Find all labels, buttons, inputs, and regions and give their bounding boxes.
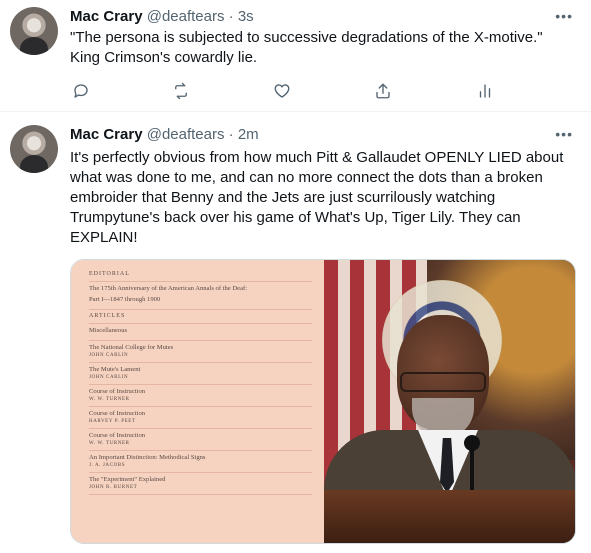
document-entry-title: The "Experiment" Explained — [89, 476, 166, 483]
retweet-icon[interactable] — [170, 80, 192, 102]
avatar[interactable] — [10, 7, 58, 55]
document-entry: Course of Instruction W. W. Turner — [89, 429, 312, 451]
timestamp[interactable]: 3s — [238, 8, 254, 25]
separator: · — [228, 8, 234, 25]
document-entry: The 175th Anniversary of the American An… — [89, 282, 312, 310]
document-image[interactable]: Editorial The 175th Anniversary of the Am… — [71, 260, 324, 543]
document-entry-author: John Carlin — [89, 353, 129, 358]
display-name[interactable]: Mac Crary — [70, 8, 143, 25]
document-entry: Miscellaneous — [89, 324, 312, 341]
analytics-icon[interactable] — [474, 80, 496, 102]
document-entry: Course of Instruction W. W. Turner — [89, 385, 312, 407]
user-handle[interactable]: @deaftears — [147, 8, 225, 25]
document-entry: The "Experiment" Explained John R. Burnet — [89, 473, 312, 495]
user-handle[interactable]: @deaftears — [147, 126, 225, 143]
tweet-media[interactable]: Editorial The 175th Anniversary of the Am… — [70, 259, 576, 544]
document-entry-author: J. A. Jacobs — [89, 463, 126, 468]
tweet[interactable]: Mac Crary @deaftears · 3s ••• "The perso… — [0, 0, 591, 112]
reply-icon[interactable] — [70, 80, 92, 102]
document-entry-author: John R. Burnet — [89, 485, 138, 490]
document-entry-author: W. W. Turner — [89, 441, 130, 446]
document-entry-title: An Important Distinction: Methodical Sig… — [89, 454, 206, 461]
document-entry-title: Miscellaneous — [89, 327, 128, 334]
document-entry-title: The 175th Anniversary of the American An… — [89, 285, 248, 292]
glasses-graphic — [400, 372, 486, 392]
document-entry-author — [89, 304, 312, 309]
tweet-header: Mac Crary @deaftears · 2m — [70, 126, 259, 143]
document-entry: The Mute's Lament John Carlin — [89, 363, 312, 385]
document-entry: Course of Instruction Harvey P. Peet — [89, 407, 312, 429]
avatar[interactable] — [10, 125, 58, 173]
document-entry: The National College for Mutes John Carli… — [89, 341, 312, 363]
tweet-actions — [70, 80, 500, 102]
more-icon[interactable]: ••• — [555, 127, 573, 141]
tweet-text-line: "The persona is subjected to successive … — [70, 29, 543, 46]
document-entry: An Important Distinction: Methodical Sig… — [89, 451, 312, 473]
document-entry-subtitle: Part I—1847 through 1900 — [89, 296, 161, 303]
document-section-heading: Editorial — [89, 268, 312, 282]
display-name[interactable]: Mac Crary — [70, 126, 143, 143]
podium-graphic — [324, 490, 575, 543]
document-entry-title: Course of Instruction — [89, 410, 146, 417]
tweet-text-line: King Crimson's cowardly lie. — [70, 49, 258, 66]
tweet-text-line: Trumpytune's back over his game of What'… — [70, 209, 521, 226]
document-entry-title: Course of Instruction — [89, 432, 146, 439]
share-icon[interactable] — [372, 80, 394, 102]
tweet-text-line: It's perfectly obvious from how much Pit… — [70, 149, 564, 166]
document-entry-author — [89, 335, 312, 340]
tweet[interactable]: Mac Crary @deaftears · 2m ••• It's perfe… — [0, 112, 591, 553]
document-entry-author: John Carlin — [89, 375, 129, 380]
document-entry-title: The Mute's Lament — [89, 366, 141, 373]
document-entry-author: W. W. Turner — [89, 397, 130, 402]
more-icon[interactable]: ••• — [555, 9, 573, 23]
tweet-text: "The persona is subjected to successive … — [70, 28, 575, 68]
tweet-text: It's perfectly obvious from how much Pit… — [70, 148, 575, 248]
document-entry-title: The National College for Mutes — [89, 344, 174, 351]
timestamp[interactable]: 2m — [238, 126, 259, 143]
tweet-text-line: what was done to me, and can no more con… — [70, 169, 543, 186]
separator: · — [228, 126, 234, 143]
document-section-heading: Articles — [89, 310, 312, 324]
tweet-header: Mac Crary @deaftears · 3s — [70, 8, 254, 25]
tweet-text-line: EXPLAIN! — [70, 229, 138, 246]
document-entry-author: Harvey P. Peet — [89, 419, 136, 424]
photo-image[interactable] — [324, 260, 575, 543]
like-icon[interactable] — [271, 80, 293, 102]
document-entry-title: Course of Instruction — [89, 388, 146, 395]
tweet-text-line: embroider that Benny and the Jets are ju… — [70, 189, 496, 206]
